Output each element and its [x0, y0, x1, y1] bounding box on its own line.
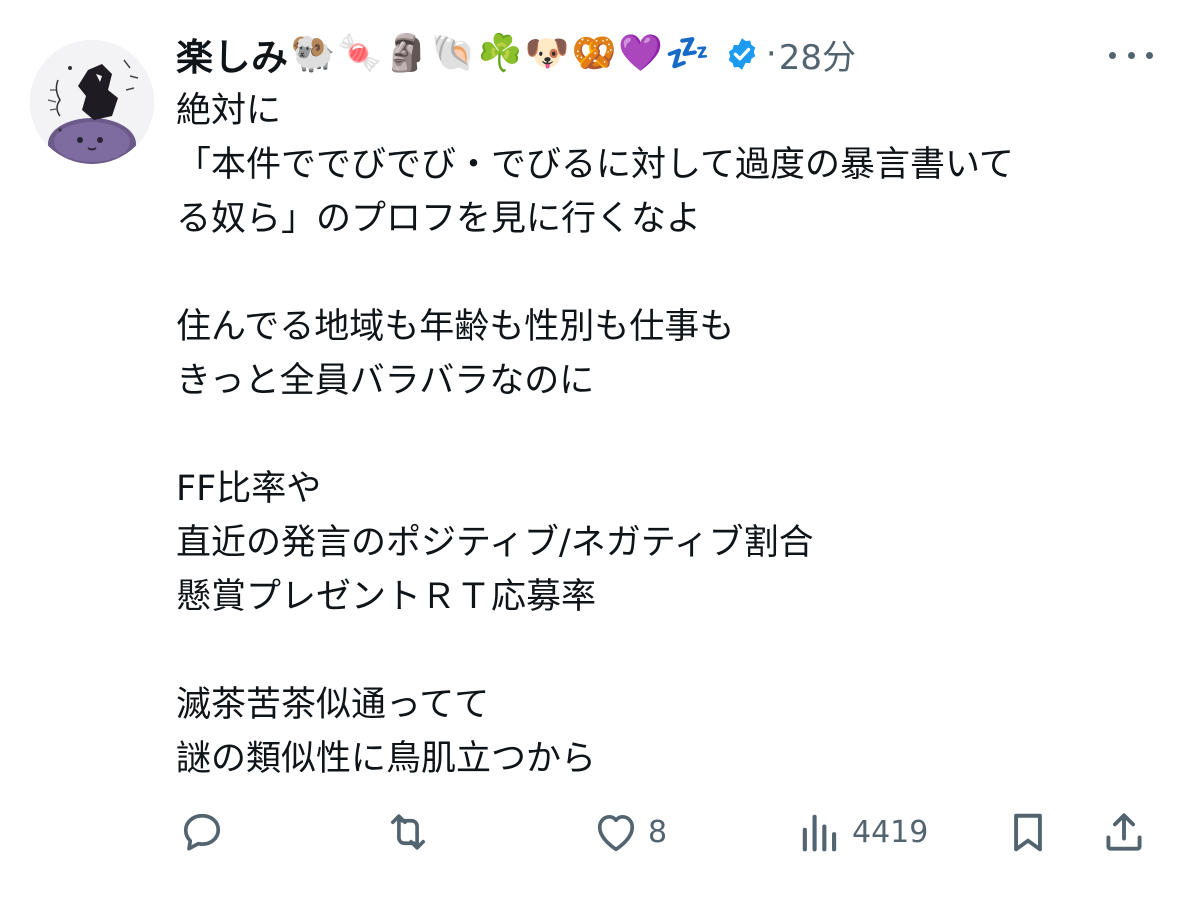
like-count: 8 — [648, 814, 668, 850]
views-icon — [802, 814, 837, 852]
views-button[interactable]: 4419 — [794, 800, 928, 864]
tweet-text-line: る奴ら」のプロフを見に行くなよ — [176, 199, 702, 239]
retweet-icon — [390, 814, 426, 850]
tweet-text-line: 直近の発言のポジティブ/ネガティブ割合 — [176, 523, 814, 563]
tweet-header: 楽しみ 🐏🍬🗿🐚☘️🐶🥨💜💤 · 28分 — [176, 26, 856, 82]
share-button[interactable] — [1098, 800, 1150, 864]
more-dot — [1127, 51, 1135, 59]
tweet-text-line: 滅茶苦茶似通ってて — [176, 685, 490, 725]
more-options-icon[interactable] — [1109, 40, 1153, 70]
timestamp[interactable]: 28分 — [779, 30, 856, 79]
tweet-text-line: 絶対に — [176, 91, 282, 131]
heart-icon — [597, 814, 635, 852]
tweet-text: 絶対に 「本件ででびでび・でびるに対して過度の暴言書いて る奴ら」のプロフを見に… — [176, 84, 1136, 786]
display-name-emojis: 🐏🍬🗿🐚☘️🐶🥨💜💤 — [290, 33, 712, 74]
reply-button[interactable] — [176, 800, 228, 864]
views-count: 4419 — [852, 814, 929, 850]
like-button[interactable]: 8 — [590, 800, 667, 864]
verified-badge-icon[interactable] — [724, 36, 760, 72]
action-bar: 8 4419 — [176, 800, 1151, 864]
more-dot — [1109, 51, 1116, 59]
bookmark-icon — [1014, 813, 1042, 852]
retweet-button[interactable] — [382, 800, 440, 864]
avatar[interactable] — [30, 40, 154, 164]
tweet-text-line — [176, 246, 1136, 300]
header-separator: · — [765, 34, 777, 74]
tweet: 楽しみ 🐏🍬🗿🐚☘️🐶🥨💜💤 · 28分 絶対に 「本件ででびでび・でびるに対し… — [0, 0, 1179, 898]
tweet-text-line: きっと全員バラバラなのに — [176, 361, 595, 401]
more-dot — [1146, 51, 1153, 59]
tweet-text-line: 謎の類似性に鳥肌立つから — [176, 739, 597, 779]
tweet-text-line: 「本件ででびでび・でびるに対して過度の暴言書いて — [176, 145, 1014, 185]
tweet-text-line: 懸賞プレゼントＲＴ応募率 — [176, 577, 597, 617]
tweet-text-line: FF比率や — [176, 469, 322, 509]
share-icon — [1106, 813, 1142, 851]
avatar-illustration — [30, 40, 154, 164]
tweet-text-line — [176, 408, 1136, 462]
tweet-text-line — [176, 624, 1136, 678]
bookmark-button[interactable] — [1002, 800, 1054, 864]
tweet-text-line: 住んでる地域も年齢も性別も仕事も — [176, 307, 735, 347]
display-name[interactable]: 楽しみ — [176, 27, 289, 81]
reply-icon — [183, 813, 221, 851]
